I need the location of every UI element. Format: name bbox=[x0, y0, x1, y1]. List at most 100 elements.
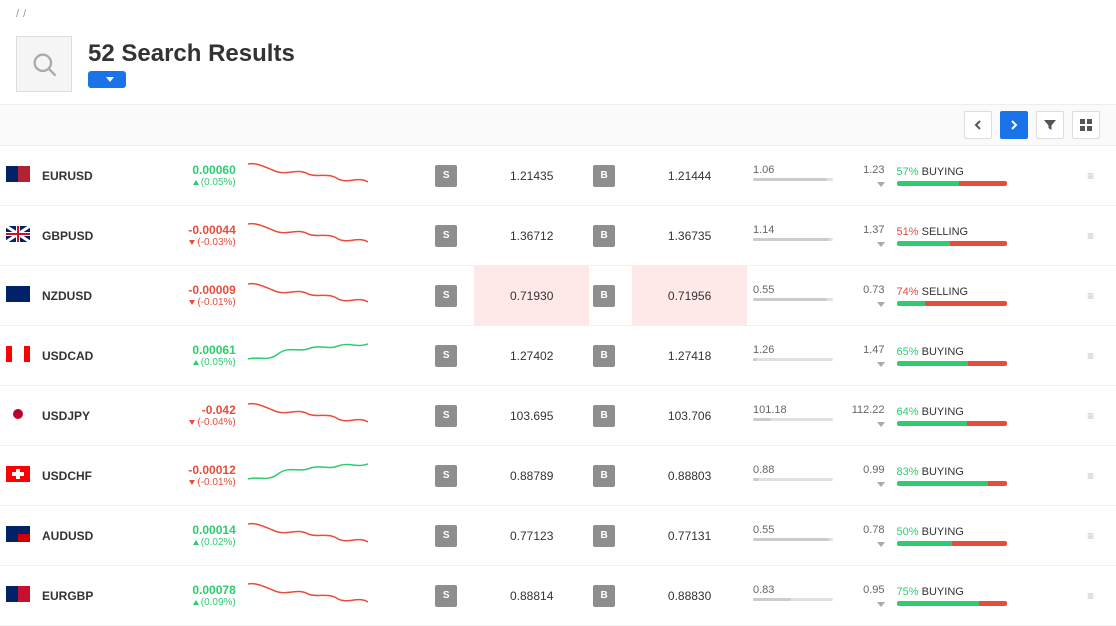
grid-view-button[interactable] bbox=[1072, 111, 1100, 139]
sell-bar bbox=[952, 541, 1007, 546]
buy-button[interactable]: B bbox=[593, 285, 615, 307]
row-menu-icon[interactable]: ≡ bbox=[1083, 289, 1098, 303]
pair-name-cell[interactable]: USDCAD bbox=[36, 326, 127, 386]
sell-price: 0.77123 bbox=[510, 529, 553, 543]
sell-price-cell[interactable]: 0.71930 bbox=[474, 266, 589, 326]
chart-cell bbox=[242, 506, 431, 566]
row-menu-icon[interactable]: ≡ bbox=[1083, 349, 1098, 363]
sell-price-cell[interactable]: 1.21435 bbox=[474, 146, 589, 206]
sell-price-cell[interactable]: 0.88814 bbox=[474, 566, 589, 626]
prev-page-button[interactable] bbox=[964, 111, 992, 139]
row-menu-cell[interactable]: ≡ bbox=[1077, 146, 1116, 206]
sell-price-cell[interactable]: 0.77123 bbox=[474, 506, 589, 566]
sell-button[interactable]: S bbox=[435, 405, 457, 427]
sell-button[interactable]: S bbox=[435, 285, 457, 307]
row-menu-icon[interactable]: ≡ bbox=[1083, 529, 1098, 543]
buy-price: 0.71956 bbox=[668, 289, 711, 303]
sentiment-cell: 50% BUYING bbox=[891, 506, 1078, 566]
row-menu-icon[interactable]: ≡ bbox=[1083, 589, 1098, 603]
sell-button[interactable]: S bbox=[435, 345, 457, 367]
row-menu-cell[interactable]: ≡ bbox=[1077, 506, 1116, 566]
currencies-filter-button[interactable] bbox=[88, 71, 126, 88]
filter-button[interactable] bbox=[1036, 111, 1064, 139]
row-menu-cell[interactable]: ≡ bbox=[1077, 206, 1116, 266]
table-row: EURGBP 0.00078 (0.09%) S 0.88814 B 0.888… bbox=[0, 566, 1116, 626]
range-high: 0.99 bbox=[863, 464, 884, 476]
range-low: 0.55 bbox=[753, 284, 774, 296]
buy-price-cell[interactable]: 0.71956 bbox=[632, 266, 747, 326]
sentiment-cell: 64% BUYING bbox=[891, 386, 1078, 446]
sell-price: 1.36712 bbox=[510, 229, 553, 243]
row-menu-cell[interactable]: ≡ bbox=[1077, 266, 1116, 326]
buy-price-cell[interactable]: 103.706 bbox=[632, 386, 747, 446]
sentiment-bars bbox=[897, 361, 1007, 366]
sell-btn-cell: S bbox=[431, 326, 474, 386]
pair-name-cell[interactable]: AUDUSD bbox=[36, 506, 127, 566]
pair-name-cell[interactable]: USDCHF bbox=[36, 446, 127, 506]
buy-bar bbox=[897, 301, 926, 306]
chart-cell bbox=[242, 446, 431, 506]
mini-chart bbox=[248, 334, 368, 374]
sentiment-label: 75% BUYING bbox=[897, 586, 1072, 598]
buy-button[interactable]: B bbox=[593, 465, 615, 487]
range-low: 0.88 bbox=[753, 464, 774, 476]
buy-button[interactable]: B bbox=[593, 345, 615, 367]
buy-button[interactable]: B bbox=[593, 225, 615, 247]
pair-name-cell[interactable]: USDJPY bbox=[36, 386, 127, 446]
change-value: 0.00014 bbox=[133, 523, 236, 537]
table-row: USDJPY -0.042 (-0.04%) S 103.695 B 103.7… bbox=[0, 386, 1116, 446]
row-menu-cell[interactable]: ≡ bbox=[1077, 386, 1116, 446]
range-bar bbox=[753, 598, 833, 601]
row-menu-icon[interactable]: ≡ bbox=[1083, 409, 1098, 423]
buy-price-cell[interactable]: 1.36735 bbox=[632, 206, 747, 266]
sell-button[interactable]: S bbox=[435, 225, 457, 247]
buy-price-cell[interactable]: 0.88803 bbox=[632, 446, 747, 506]
sell-price-cell[interactable]: 0.88789 bbox=[474, 446, 589, 506]
range-fill bbox=[753, 478, 759, 481]
sentiment-cell: 83% BUYING bbox=[891, 446, 1078, 506]
change-value: -0.00012 bbox=[133, 463, 236, 477]
change-cell: -0.00012 (-0.01%) bbox=[127, 446, 242, 506]
sell-button[interactable]: S bbox=[435, 465, 457, 487]
buy-button[interactable]: B bbox=[593, 585, 615, 607]
buy-button[interactable]: B bbox=[593, 525, 615, 547]
buy-price-cell[interactable]: 0.77131 bbox=[632, 506, 747, 566]
pair-name-cell[interactable]: EURGBP bbox=[36, 566, 127, 626]
pair-name: USDCHF bbox=[42, 469, 92, 483]
buy-price-cell[interactable]: 1.27418 bbox=[632, 326, 747, 386]
row-menu-icon[interactable]: ≡ bbox=[1083, 229, 1098, 243]
chart-cell bbox=[242, 206, 431, 266]
buy-bar bbox=[897, 541, 952, 546]
row-menu-cell[interactable]: ≡ bbox=[1077, 326, 1116, 386]
buy-button[interactable]: B bbox=[593, 405, 615, 427]
row-menu-icon[interactable]: ≡ bbox=[1083, 169, 1098, 183]
sentiment-pct: 64% bbox=[897, 406, 919, 418]
row-menu-cell[interactable]: ≡ bbox=[1077, 446, 1116, 506]
buy-btn-cell: B bbox=[589, 446, 632, 506]
buy-button[interactable]: B bbox=[593, 165, 615, 187]
range-bar bbox=[753, 538, 833, 541]
pair-name: EURUSD bbox=[42, 169, 93, 183]
flag-cell bbox=[0, 446, 36, 506]
buy-btn-cell: B bbox=[589, 266, 632, 326]
sell-price-cell[interactable]: 1.27402 bbox=[474, 326, 589, 386]
buy-price-cell[interactable]: 1.21444 bbox=[632, 146, 747, 206]
header-section: 52 Search Results bbox=[0, 28, 1116, 104]
sell-button[interactable]: S bbox=[435, 585, 457, 607]
pair-name-cell[interactable]: EURUSD bbox=[36, 146, 127, 206]
sell-price-cell[interactable]: 103.695 bbox=[474, 386, 589, 446]
buy-btn-cell: B bbox=[589, 566, 632, 626]
row-menu-icon[interactable]: ≡ bbox=[1083, 469, 1098, 483]
row-menu-cell[interactable]: ≡ bbox=[1077, 566, 1116, 626]
buy-btn-cell: B bbox=[589, 506, 632, 566]
sentiment-cell: 75% BUYING bbox=[891, 566, 1078, 626]
buy-btn-cell: B bbox=[589, 146, 632, 206]
sell-btn-cell: S bbox=[431, 266, 474, 326]
sell-button[interactable]: S bbox=[435, 525, 457, 547]
pair-name-cell[interactable]: NZDUSD bbox=[36, 266, 127, 326]
next-page-button[interactable] bbox=[1000, 111, 1028, 139]
sell-price-cell[interactable]: 1.36712 bbox=[474, 206, 589, 266]
buy-price-cell[interactable]: 0.88830 bbox=[632, 566, 747, 626]
pair-name-cell[interactable]: GBPUSD bbox=[36, 206, 127, 266]
sell-button[interactable]: S bbox=[435, 165, 457, 187]
